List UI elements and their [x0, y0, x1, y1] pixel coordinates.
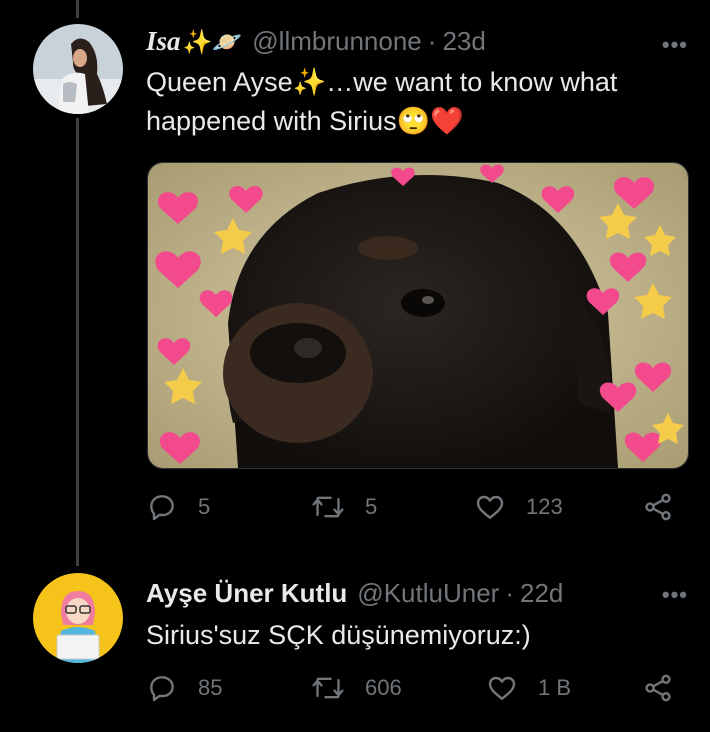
share-icon: [645, 493, 671, 521]
timestamp[interactable]: 23d: [442, 26, 485, 57]
tweet-header: Ayşe Üner Kutlu @KutluUner · 22d: [146, 578, 563, 609]
username-handle[interactable]: @llmbrunnone: [252, 26, 421, 57]
tweet-text: Queen Ayse✨…we want to know what happene…: [146, 63, 617, 141]
tweet-text-line-1: Queen Ayse✨…we want to know what: [146, 67, 618, 97]
like-button[interactable]: 123: [474, 491, 563, 523]
timestamp[interactable]: 22d: [520, 578, 563, 609]
username-handle[interactable]: @KutluUner: [357, 578, 499, 609]
tweet-text-line-1: Sirius'suz SÇK düşünemiyoruz:): [146, 620, 531, 650]
like-icon: [476, 495, 504, 519]
tweet-actions: 85 606 1 B: [146, 672, 694, 712]
separator-dot: ·: [427, 26, 437, 56]
tweet-actions: 5 5 123: [146, 491, 694, 531]
thread-line: [76, 118, 79, 566]
tweet-isa[interactable]: Isa ✨🪐 @llmbrunnone · 23d ••• Queen Ayse…: [0, 0, 710, 560]
retweet-button[interactable]: 5: [311, 491, 377, 523]
reply-button[interactable]: 85: [146, 672, 222, 704]
retweet-button[interactable]: 606: [311, 672, 402, 704]
reply-button[interactable]: 5: [146, 491, 210, 523]
avatar-isa[interactable]: [33, 24, 123, 114]
name-emojis: ✨🪐: [182, 29, 243, 56]
avatar-kutlu[interactable]: [33, 573, 123, 663]
like-button[interactable]: 1 B: [486, 672, 571, 704]
share-button[interactable]: [642, 672, 694, 704]
tweet-kutlu[interactable]: Ayşe Üner Kutlu @KutluUner · 22d ••• Sir…: [0, 560, 710, 732]
retweet-count: 5: [365, 494, 378, 519]
retweet-count: 606: [365, 675, 402, 700]
reply-icon: [150, 495, 174, 521]
more-icon[interactable]: •••: [662, 32, 688, 58]
like-count: 1 B: [538, 675, 572, 700]
like-count: 123: [526, 494, 563, 519]
more-icon[interactable]: •••: [662, 582, 688, 608]
tweet-header: Isa ✨🪐 @llmbrunnone · 23d: [146, 26, 486, 57]
display-name[interactable]: Ayşe Üner Kutlu: [146, 578, 347, 609]
retweet-icon: [312, 677, 344, 699]
retweet-icon: [312, 496, 344, 518]
like-icon: [488, 676, 516, 700]
reply-count: 5: [198, 494, 211, 519]
display-name[interactable]: Isa: [146, 26, 181, 57]
tweet-text-line-2: happened with Sirius🙄❤️: [146, 106, 464, 136]
separator-dot: ·: [505, 578, 514, 608]
tweet-image-dog-hearts[interactable]: [147, 162, 689, 469]
share-button[interactable]: [642, 491, 694, 523]
tweet-text: Sirius'suz SÇK düşünemiyoruz:): [146, 616, 531, 655]
reply-count: 85: [198, 675, 223, 700]
reply-icon: [150, 676, 174, 702]
share-icon: [645, 674, 671, 702]
